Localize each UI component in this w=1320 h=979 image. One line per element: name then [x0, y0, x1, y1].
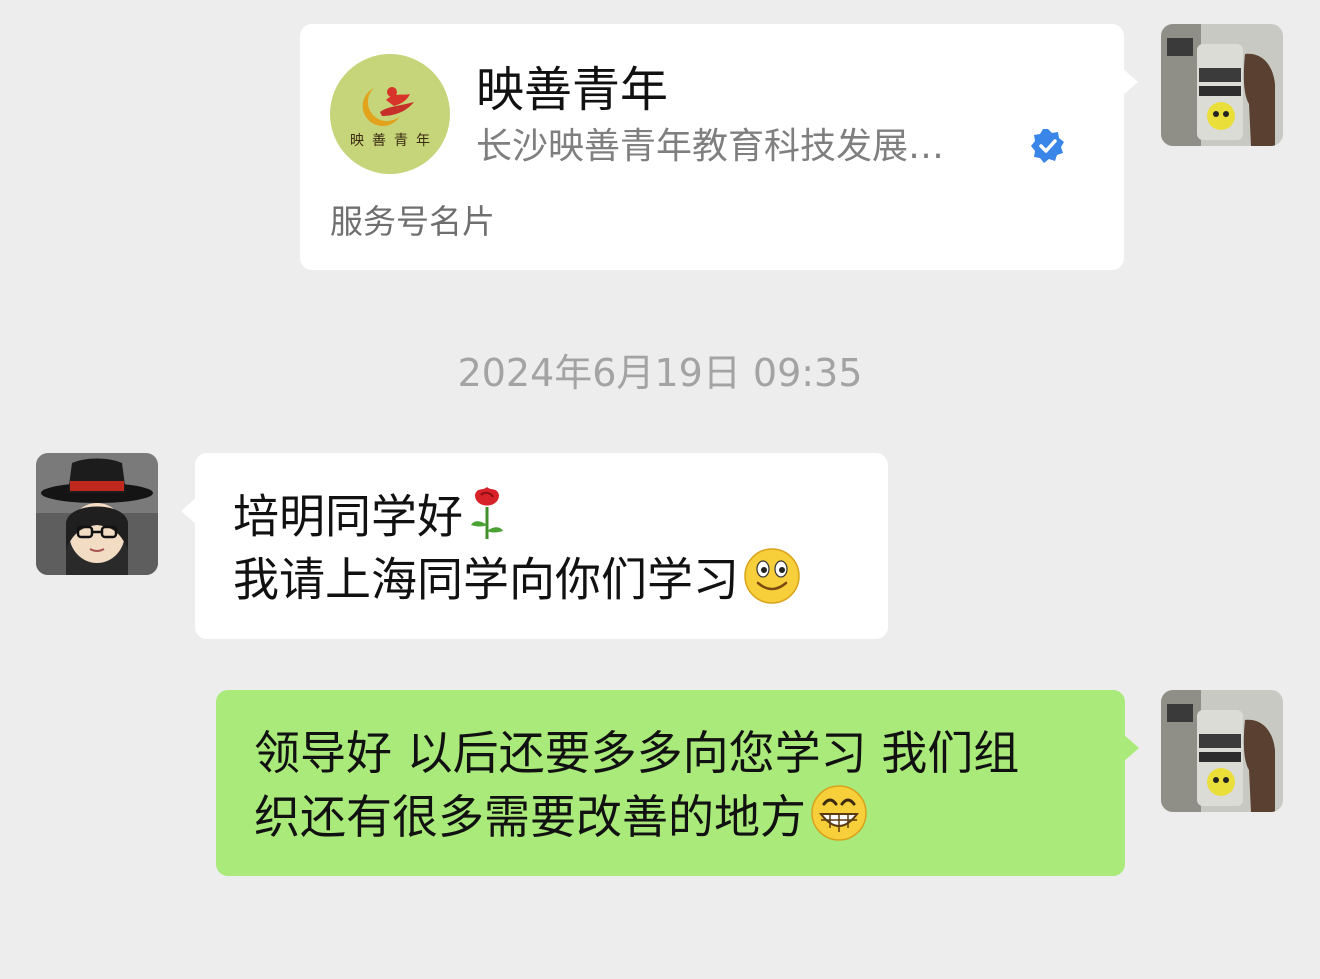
verified-badge-icon	[1031, 129, 1064, 163]
my-avatar[interactable]	[1161, 690, 1283, 812]
logo-emblem-icon	[362, 87, 414, 127]
message-timestamp: 2024年6月19日 09:35	[457, 351, 863, 395]
grin-emoji-icon	[810, 784, 868, 857]
my-avatar[interactable]	[1161, 24, 1283, 146]
can-photo-icon	[1161, 690, 1283, 812]
card-type-label: 服务号名片	[330, 202, 495, 241]
contact-avatar[interactable]	[36, 453, 158, 575]
cartoon-avatar-icon	[36, 453, 158, 575]
message-line: 织还有很多需要改善的地方	[254, 784, 868, 857]
account-company: 长沙映善青年教育科技发展…	[476, 126, 945, 167]
received-message[interactable]: 培明同学好 我请上海同学向你们学习	[181, 453, 888, 639]
message-text: 织还有很多需要改善的地方	[254, 790, 806, 844]
can-photo-icon	[1161, 24, 1283, 146]
service-account-card[interactable]: 映善青年 映善青年 长沙映善青年教育科技发展… 服务号名片	[300, 24, 1138, 270]
bubble-tail	[181, 497, 197, 525]
message-line: 我请上海同学向你们学习	[233, 547, 801, 619]
message-text: 培明同学好	[233, 489, 463, 544]
logo-text: 映善青年	[350, 133, 438, 149]
account-logo: 映善青年	[330, 54, 450, 174]
message-text: 领导好 以后还要多多向您学习 我们组	[254, 726, 1020, 780]
message-line: 领导好 以后还要多多向您学习 我们组	[254, 722, 1019, 784]
sent-message[interactable]: 领导好 以后还要多多向您学习 我们组 织还有很多需要改善的地方	[216, 690, 1139, 876]
message-text: 我请上海同学向你们学习	[233, 552, 739, 607]
message-line: 培明同学好	[233, 485, 507, 555]
bubble-tail	[1123, 734, 1139, 762]
rose-emoji-icon	[467, 485, 507, 555]
bubble-tail	[1122, 68, 1138, 96]
smile-emoji-icon	[743, 547, 801, 619]
account-name: 映善青年	[476, 62, 669, 118]
